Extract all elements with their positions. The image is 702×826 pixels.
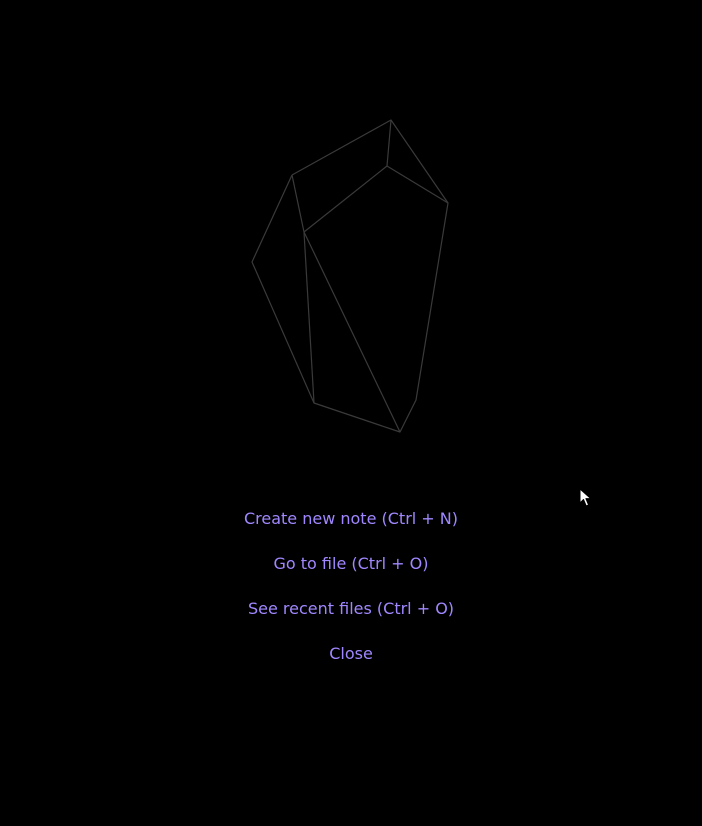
see-recent-files-link[interactable]: See recent files (Ctrl + O): [248, 596, 454, 621]
create-new-note-link[interactable]: Create new note (Ctrl + N): [244, 506, 458, 531]
go-to-file-link[interactable]: Go to file (Ctrl + O): [274, 551, 429, 576]
obsidian-crystal-icon: [251, 119, 449, 433]
empty-tab-view: Create new note (Ctrl + N) Go to file (C…: [0, 0, 702, 826]
mouse-pointer-icon: [579, 488, 592, 507]
close-link[interactable]: Close: [329, 641, 373, 666]
empty-state-actions: Create new note (Ctrl + N) Go to file (C…: [0, 506, 702, 686]
